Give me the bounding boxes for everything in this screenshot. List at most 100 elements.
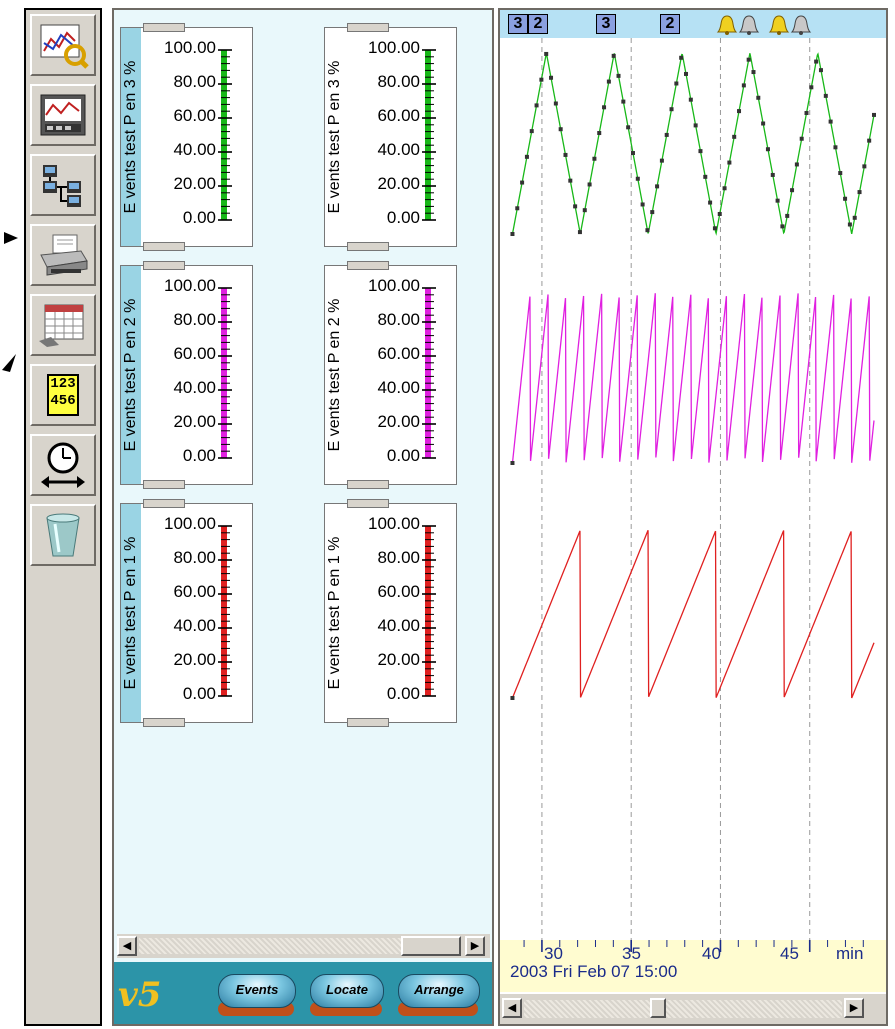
series-point bbox=[799, 136, 804, 141]
scale-tick-label: 20.00 bbox=[377, 650, 420, 669]
chart-scroll-track[interactable] bbox=[524, 1000, 842, 1018]
network-button[interactable] bbox=[30, 154, 96, 216]
scale-color-bar bbox=[221, 526, 227, 696]
series-point bbox=[765, 147, 770, 152]
time-tick-label: 45 bbox=[780, 944, 799, 963]
pen-scale[interactable]: E vents test P en 3 % 100.00 80.00 60.00 40.… bbox=[120, 23, 253, 251]
scale-bottom-handle[interactable] bbox=[347, 718, 389, 727]
series-point bbox=[597, 131, 602, 136]
pen-scale[interactable]: E vents test P en 3 % 100.00 80.00 60.00 40.… bbox=[324, 23, 457, 251]
events-button[interactable]: Events bbox=[218, 974, 296, 1008]
arrange-button[interactable]: Arrange bbox=[398, 974, 480, 1008]
scroll-thumb[interactable] bbox=[401, 936, 461, 956]
scroll-right-button[interactable]: ▶ bbox=[465, 936, 485, 956]
event-marker[interactable]: 2 bbox=[660, 14, 680, 34]
trend-plot[interactable] bbox=[500, 38, 886, 940]
event-marker[interactable]: 3 bbox=[596, 14, 616, 34]
series-point bbox=[785, 213, 790, 218]
series-point bbox=[640, 202, 645, 207]
time-range-button[interactable] bbox=[30, 434, 96, 496]
locate-button[interactable]: Locate bbox=[310, 974, 384, 1008]
series-point bbox=[510, 696, 515, 700]
scale-bottom-handle[interactable] bbox=[347, 242, 389, 251]
pen-scale[interactable]: E vents test P en 1 % 100.00 80.00 60.00 40.… bbox=[324, 499, 457, 727]
scroll-track[interactable] bbox=[139, 938, 401, 954]
bell-yellow-icon[interactable] bbox=[716, 15, 738, 35]
print-button[interactable] bbox=[30, 224, 96, 286]
printer-icon bbox=[40, 234, 88, 276]
event-marker[interactable]: 2 bbox=[528, 14, 548, 34]
scale-bottom-handle[interactable] bbox=[143, 480, 185, 489]
series-point bbox=[510, 461, 515, 465]
trend-analysis-button[interactable] bbox=[30, 14, 96, 76]
scale-top-handle[interactable] bbox=[143, 261, 185, 270]
chart-datetime: 2003 Fri Feb 07 15:00 bbox=[510, 962, 678, 981]
series-point bbox=[621, 99, 626, 104]
series-point bbox=[862, 164, 867, 169]
scale-tick-label: 60.00 bbox=[377, 344, 420, 363]
series-point bbox=[568, 178, 573, 183]
pen-label-text: E vents test P en 1 % bbox=[122, 536, 139, 690]
scale-top-handle[interactable] bbox=[347, 499, 389, 508]
chart-scroll-left-button[interactable]: ◀ bbox=[502, 998, 522, 1018]
scale-bottom-handle[interactable] bbox=[143, 242, 185, 251]
scale-tick-label: 0.00 bbox=[386, 446, 420, 465]
calendar-icon bbox=[39, 304, 84, 347]
series-point bbox=[751, 70, 756, 75]
scroll-left-button[interactable]: ◀ bbox=[117, 936, 137, 956]
recycle-bin-button[interactable] bbox=[30, 504, 96, 566]
digital-display-button[interactable]: 123 456 bbox=[30, 364, 96, 426]
pointer-arrow-icon bbox=[2, 354, 16, 372]
scale-tick-label: 0.00 bbox=[386, 684, 420, 703]
scale-bar bbox=[218, 525, 232, 697]
series-point bbox=[775, 198, 780, 203]
scale-tick-label: 80.00 bbox=[377, 310, 420, 329]
scale-top-handle[interactable] bbox=[143, 23, 185, 32]
scale-tick-label: 80.00 bbox=[173, 548, 216, 567]
calendar-button[interactable] bbox=[30, 294, 96, 356]
network-tree-icon bbox=[43, 165, 81, 207]
pen-scale[interactable]: E vents test P en 2 % 100.00 80.00 60.00 40.… bbox=[324, 261, 457, 489]
scale-bottom-handle[interactable] bbox=[143, 718, 185, 727]
series-point bbox=[679, 55, 684, 60]
series-point bbox=[770, 172, 775, 177]
series-point bbox=[669, 107, 674, 112]
pen-scale[interactable]: E vents test P en 2 % 100.00 80.00 60.00 40.… bbox=[120, 261, 253, 489]
series-point bbox=[563, 152, 568, 157]
series-point bbox=[524, 154, 529, 159]
recorder-screen-icon bbox=[40, 94, 86, 136]
series-point bbox=[616, 73, 621, 78]
time-tick-label: 40 bbox=[702, 944, 721, 963]
series-point bbox=[852, 215, 857, 220]
scale-tick-label: 80.00 bbox=[173, 72, 216, 91]
pen-scale[interactable]: E vents test P en 1 % 100.00 80.00 60.00 40.… bbox=[120, 499, 253, 727]
scale-top-handle[interactable] bbox=[347, 23, 389, 32]
alarm-bells bbox=[716, 15, 812, 35]
chart-scroll-thumb[interactable] bbox=[650, 998, 666, 1018]
scale-tick-label: 80.00 bbox=[377, 548, 420, 567]
time-unit-label: min bbox=[836, 944, 864, 963]
scale-tick-label: 20.00 bbox=[173, 174, 216, 193]
bell-gray-icon[interactable] bbox=[738, 15, 760, 35]
series-point bbox=[732, 134, 737, 139]
scale-tick-label: 60.00 bbox=[377, 582, 420, 601]
scale-top-handle[interactable] bbox=[143, 499, 185, 508]
chart-time-scrollbar[interactable]: ◀ ▶ bbox=[500, 994, 886, 1024]
series-point bbox=[780, 224, 785, 229]
series-point bbox=[534, 103, 539, 108]
series-point bbox=[684, 71, 689, 76]
series-point bbox=[823, 93, 828, 98]
series-point bbox=[843, 196, 848, 201]
recorder-view-button[interactable] bbox=[30, 84, 96, 146]
scale-tick-label: 40.00 bbox=[173, 616, 216, 635]
chart-panel: 3 2 3 2 30 35 40 45 min 2003 Fri Feb 07 … bbox=[498, 8, 888, 1026]
scale-top-handle[interactable] bbox=[347, 261, 389, 270]
scales-horizontal-scrollbar[interactable]: ◀ ▶ bbox=[117, 934, 490, 958]
event-marker[interactable]: 3 bbox=[508, 14, 528, 34]
scale-tick-label: 40.00 bbox=[377, 616, 420, 635]
series-point bbox=[833, 145, 838, 150]
bell-gray-icon[interactable] bbox=[790, 15, 812, 35]
bell-yellow-icon[interactable] bbox=[768, 15, 790, 35]
scale-bottom-handle[interactable] bbox=[347, 480, 389, 489]
chart-scroll-right-button[interactable]: ▶ bbox=[844, 998, 864, 1018]
